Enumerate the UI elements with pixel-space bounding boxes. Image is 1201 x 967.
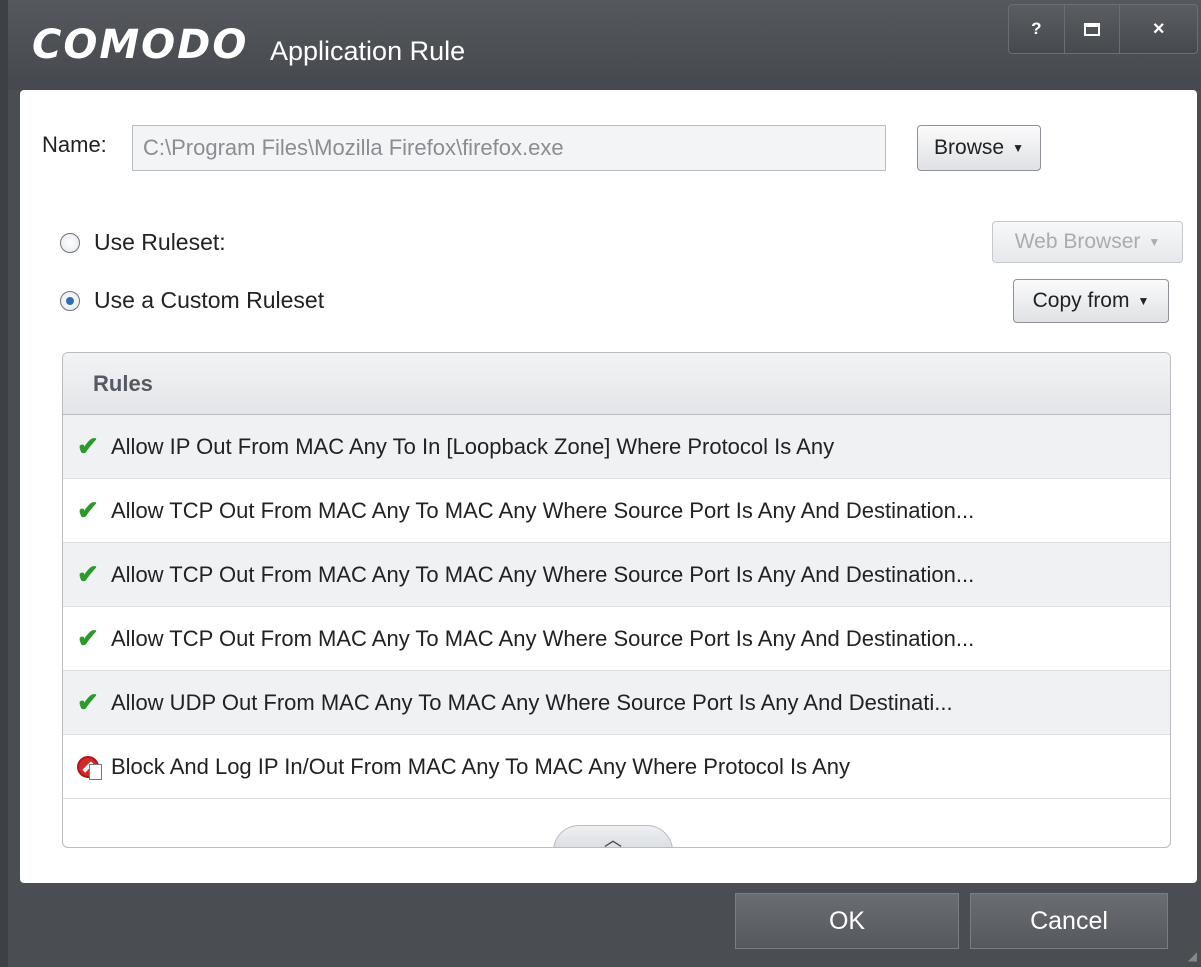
window-controls: ? × (1008, 4, 1198, 54)
custom-ruleset-radio[interactable] (60, 290, 80, 311)
chevron-up-icon: ︿ (604, 829, 622, 848)
custom-ruleset-option[interactable]: Use a Custom Ruleset (60, 287, 324, 314)
collapse-toggle[interactable]: ︿ (553, 825, 673, 848)
rule-row[interactable]: ✔ Allow TCP Out From MAC Any To MAC Any … (63, 543, 1170, 607)
browse-button[interactable]: Browse ▼ (917, 125, 1041, 171)
browse-button-label: Browse (934, 136, 1005, 159)
maximize-icon (1084, 22, 1101, 36)
chevron-down-icon: ▼ (1137, 294, 1150, 308)
use-ruleset-label: Use Ruleset: (94, 229, 226, 255)
cancel-button[interactable]: Cancel (970, 893, 1168, 949)
allow-check-icon: ✔ (77, 559, 99, 589)
block-log-icon (77, 754, 111, 780)
rule-row[interactable]: ✔ Allow UDP Out From MAC Any To MAC Any … (63, 671, 1170, 735)
rule-text: Allow TCP Out From MAC Any To MAC Any Wh… (111, 561, 975, 587)
allow-check-icon: ✔ (77, 687, 99, 717)
dialog-body: Name: Browse ▼ Use Ruleset: Web Browser … (20, 90, 1197, 883)
window-title: Application Rule (270, 36, 466, 66)
rules-header: Rules (63, 353, 1170, 415)
rule-row[interactable]: ✔ Allow IP Out From MAC Any To In [Loopb… (63, 415, 1170, 479)
rule-row[interactable]: Block And Log IP In/Out From MAC Any To … (63, 735, 1170, 799)
use-ruleset-radio[interactable] (60, 232, 80, 253)
rule-text: Allow TCP Out From MAC Any To MAC Any Wh… (111, 497, 975, 523)
rule-text: Block And Log IP In/Out From MAC Any To … (111, 753, 850, 779)
resize-grip-icon[interactable]: ◢ (1188, 949, 1197, 963)
allow-check-icon: ✔ (77, 431, 99, 461)
rules-list: Rules ✔ Allow IP Out From MAC Any To In … (62, 352, 1171, 848)
rule-text: Allow UDP Out From MAC Any To MAC Any Wh… (111, 689, 953, 715)
application-rule-window: COMODO Application Rule ? × Name: Browse… (0, 0, 1201, 967)
copy-from-button[interactable]: Copy from ▼ (1013, 279, 1169, 323)
ruleset-dropdown-value: Web Browser (1014, 230, 1141, 253)
custom-ruleset-label: Use a Custom Ruleset (94, 287, 325, 313)
close-button[interactable]: × (1120, 5, 1197, 53)
name-field[interactable] (132, 125, 886, 171)
use-ruleset-option[interactable]: Use Ruleset: (60, 229, 226, 256)
maximize-button[interactable] (1065, 5, 1121, 53)
copy-from-label: Copy from (1032, 289, 1130, 312)
comodo-logo: COMODO (32, 22, 249, 68)
title-bar[interactable]: COMODO Application Rule ? × (8, 0, 1201, 90)
chevron-down-icon: ▼ (1148, 235, 1161, 249)
rule-text: Allow TCP Out From MAC Any To MAC Any Wh… (111, 625, 975, 651)
allow-check-icon: ✔ (77, 623, 99, 653)
name-label: Name: (42, 132, 107, 157)
rule-row[interactable]: ✔ Allow TCP Out From MAC Any To MAC Any … (63, 607, 1170, 671)
ok-button[interactable]: OK (735, 893, 959, 949)
rule-text: Allow IP Out From MAC Any To In [Loopbac… (111, 433, 835, 459)
rule-row[interactable]: ✔ Allow TCP Out From MAC Any To MAC Any … (63, 479, 1170, 543)
help-button[interactable]: ? (1009, 5, 1065, 53)
ruleset-dropdown[interactable]: Web Browser ▼ (992, 221, 1183, 263)
chevron-down-icon: ▼ (1012, 141, 1024, 155)
radio-selected-dot (66, 296, 74, 305)
allow-check-icon: ✔ (77, 495, 99, 525)
